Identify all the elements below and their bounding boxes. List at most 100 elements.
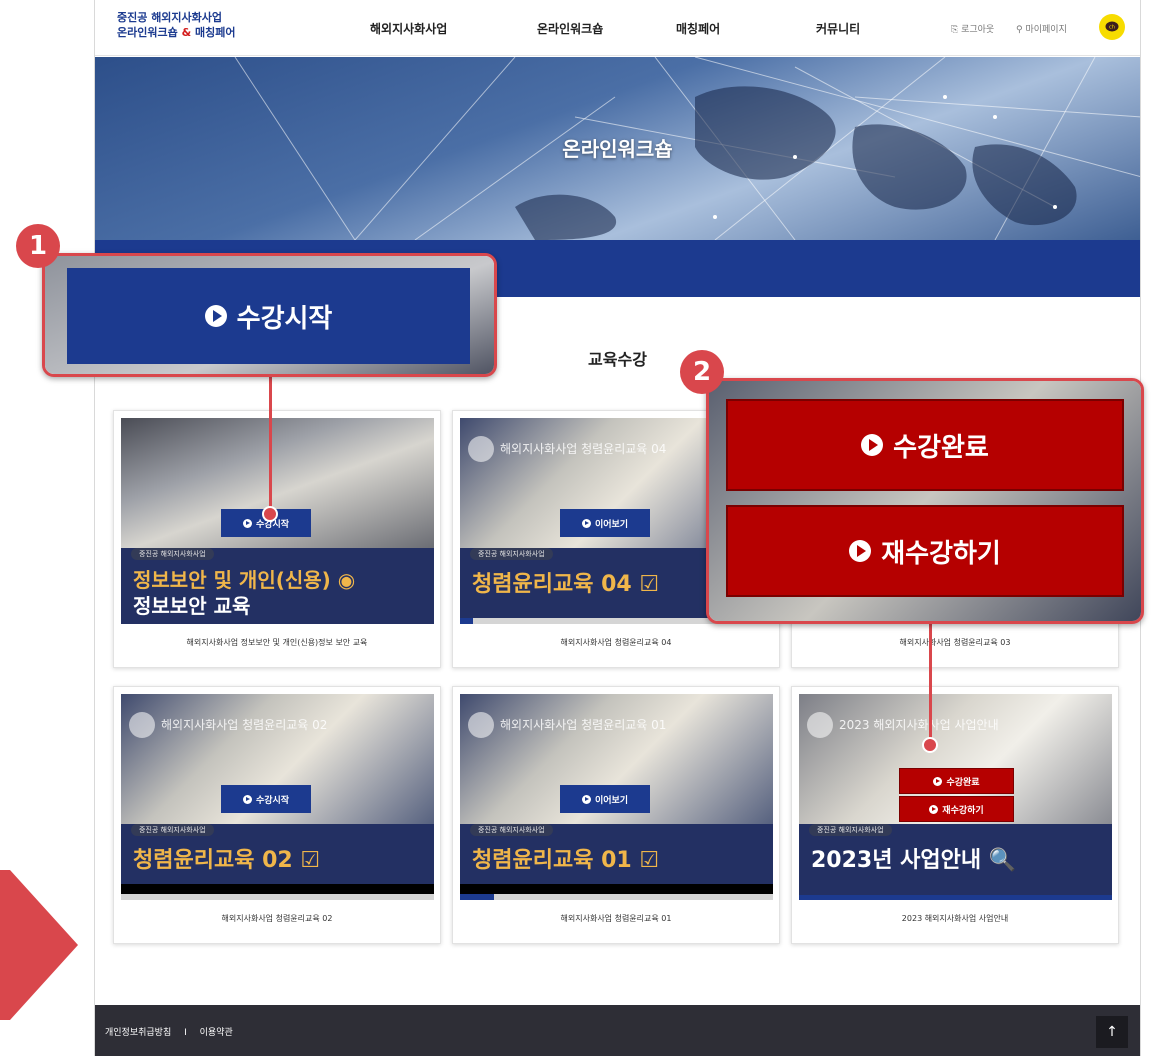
retake-course-button[interactable]: 재수강하기 <box>899 796 1014 822</box>
callout-1-badge: 1 <box>16 224 60 268</box>
video-progress-bar[interactable] <box>121 894 434 900</box>
logo-line2-b: 매칭페어 <box>191 26 236 39</box>
logout-link[interactable]: ⎘ 로그아웃 <box>951 22 994 35</box>
nav-item-overseas-branch[interactable]: 해외지사화사업 <box>370 20 447 37</box>
play-icon <box>929 804 939 814</box>
callout-retake-course-label: 재수강하기 <box>881 538 1001 569</box>
callout-2-connector <box>929 622 932 744</box>
channel-avatar <box>468 436 494 462</box>
course-thumbnail[interactable]: 중진공 해외지사화사업 정보보안 및 개인(신용) ◉ 정보보안 교육 수강시작 <box>121 418 434 624</box>
course-complete-button[interactable]: 수강완료 <box>899 768 1014 794</box>
logo-amp: & <box>181 26 192 39</box>
thumbnail-title-line1: 청렴윤리교육 01 ☑ <box>472 848 660 873</box>
course-complete-label: 수강완료 <box>946 777 980 788</box>
callout-course-complete-label: 수강완료 <box>893 432 989 463</box>
channel-avatar <box>468 712 494 738</box>
course-thumbnail[interactable]: 해외지사화사업 청렴윤리교육 01 중진공 해외지사화사업 청렴윤리교육 01 … <box>460 694 773 900</box>
footer-separator: I <box>184 1028 187 1038</box>
thumbnail-title-line1: 청렴윤리교육 02 ☑ <box>133 848 321 873</box>
thumbnail-tag: 중진공 해외지사화사업 <box>809 824 892 836</box>
callout-2-zoom: 수강완료 재수강하기 <box>706 378 1144 624</box>
nav-item-matching-fair[interactable]: 매칭페어 <box>676 20 720 37</box>
thumbnail-title-line1: 청렴윤리교육 04 ☑ <box>472 572 660 597</box>
callout-1-zoom: 수강시작 <box>42 253 497 377</box>
course-thumbnail[interactable]: 2023 해외지사화사업 사업안내 중진공 해외지사화사업 2023년 사업안내… <box>799 694 1112 900</box>
course-thumbnail[interactable]: 해외지사화사업 청렴윤리교육 02 중진공 해외지사화사업 청렴윤리교육 02 … <box>121 694 434 900</box>
mypage-label: 마이페이지 <box>1025 25 1067 35</box>
course-caption: 해외지사화사업 청렴윤리교육 03 <box>899 638 1011 647</box>
callout-1-connector <box>269 376 272 511</box>
play-icon <box>861 434 884 456</box>
logo-line2: 온라인워크숍 & 매칭페어 <box>117 25 235 40</box>
course-caption: 해외지사화사업 청렴윤리교육 01 <box>560 914 672 923</box>
callout-course-complete-button: 수강완료 <box>726 399 1124 491</box>
video-control-strip <box>121 884 434 894</box>
scroll-to-top-button[interactable]: ↑ <box>1096 1016 1128 1048</box>
video-title: 해외지사화사업 청렴윤리교육 01 <box>500 718 667 732</box>
terms-link[interactable]: 이용약관 <box>200 1028 233 1038</box>
continue-watching-label: 이어보기 <box>594 795 629 806</box>
continue-watching-button[interactable]: 이어보기 <box>560 509 650 537</box>
callout-2-badge: 2 <box>680 350 724 394</box>
video-title: 2023 해외지사화사업 사업안내 <box>839 718 999 732</box>
thumbnail-tag: 중진공 해외지사화사업 <box>131 824 214 836</box>
callout-1-target-dot <box>262 506 278 522</box>
callout-retake-course-button: 재수강하기 <box>726 505 1124 597</box>
arrow-up-icon: ↑ <box>1106 1024 1118 1040</box>
play-icon <box>849 540 872 562</box>
video-title: 해외지사화사업 청렴윤리교육 02 <box>161 718 328 732</box>
hero-title: 온라인워크숍 <box>562 137 673 161</box>
continue-watching-button[interactable]: 이어보기 <box>560 785 650 813</box>
mypage-link[interactable]: ⚲ 마이페이지 <box>1016 22 1067 35</box>
thumbnail-tag: 중진공 해외지사화사업 <box>470 824 553 836</box>
start-course-button[interactable]: 수강시작 <box>221 785 311 813</box>
course-card-integrity-01[interactable]: 해외지사화사업 청렴윤리교육 01 중진공 해외지사화사업 청렴윤리교육 01 … <box>452 686 780 944</box>
play-icon <box>581 794 591 804</box>
video-control-strip <box>460 884 773 894</box>
course-caption: 해외지사화사업 정보보안 및 개인(신용)정보 보안 교육 <box>186 638 368 647</box>
video-progress-bar[interactable] <box>799 895 1112 900</box>
play-icon <box>242 518 252 528</box>
hero-banner: 온라인워크숍 <box>95 57 1140 240</box>
video-progress-fill <box>460 618 473 624</box>
thumbnail-tag: 중진공 해외지사화사업 <box>131 548 214 560</box>
course-card-business-guide-2023[interactable]: 2023 해외지사화사업 사업안내 중진공 해외지사화사업 2023년 사업안내… <box>791 686 1119 944</box>
play-icon <box>242 794 252 804</box>
kakao-channel-button[interactable]: ch <box>1099 14 1125 40</box>
course-card-security[interactable]: 중진공 해외지사화사업 정보보안 및 개인(신용) ◉ 정보보안 교육 수강시작… <box>113 410 441 668</box>
callout-2-target-dot <box>922 737 938 753</box>
nav-item-community[interactable]: 커뮤니티 <box>816 20 860 37</box>
thumbnail-title-line1: 2023년 사업안내 🔍 <box>811 848 1017 873</box>
chat-bubble-icon: ch <box>1105 21 1119 32</box>
site-footer: 개인정보취급방침 I 이용약관 ↑ <box>95 1005 1140 1056</box>
channel-avatar <box>129 712 155 738</box>
site-header: 중진공 해외지사화사업 온라인워크숍 & 매칭페어 해외지사화사업 온라인워크숍… <box>95 0 1140 56</box>
course-card-integrity-02[interactable]: 해외지사화사업 청렴윤리교육 02 중진공 해외지사화사업 청렴윤리교육 02 … <box>113 686 441 944</box>
thumbnail-title-line2: 정보보안 교육 <box>133 594 251 618</box>
logo-line2-a: 온라인워크숍 <box>117 26 182 39</box>
video-progress-bar[interactable] <box>460 894 773 900</box>
svg-text:ch: ch <box>1109 25 1115 31</box>
screenshot-stage: 중진공 해외지사화사업 온라인워크숍 & 매칭페어 해외지사화사업 온라인워크숍… <box>0 0 1153 1056</box>
course-caption: 2023 해외지사화사업 사업안내 <box>901 914 1009 923</box>
red-arrow-icon <box>0 870 78 1020</box>
video-progress-fill <box>460 894 495 900</box>
site-logo[interactable]: 중진공 해외지사화사업 온라인워크숍 & 매칭페어 <box>117 10 235 40</box>
play-icon <box>581 518 591 528</box>
play-icon <box>933 776 943 786</box>
course-caption: 해외지사화사업 청렴윤리교육 04 <box>560 638 672 647</box>
footer-links: 개인정보취급방침 I 이용약관 <box>105 1025 233 1038</box>
play-icon <box>204 305 227 327</box>
logo-line1: 중진공 해외지사화사업 <box>117 11 223 24</box>
logout-icon: ⎘ <box>951 25 962 35</box>
thumbnail-title-line1: 정보보안 및 개인(신용) ◉ <box>133 568 356 592</box>
nav-item-online-workshop[interactable]: 온라인워크숍 <box>537 20 603 37</box>
retake-course-label: 재수강하기 <box>942 805 984 816</box>
callout-start-course-label: 수강시작 <box>236 303 333 334</box>
privacy-policy-link[interactable]: 개인정보취급방침 <box>105 1028 171 1038</box>
logout-label: 로그아웃 <box>961 25 995 35</box>
video-title: 해외지사화사업 청렴윤리교육 04 <box>500 442 667 456</box>
start-course-label: 수강시작 <box>255 795 290 806</box>
continue-watching-label: 이어보기 <box>594 519 629 530</box>
thumbnail-tag: 중진공 해외지사화사업 <box>470 548 553 560</box>
